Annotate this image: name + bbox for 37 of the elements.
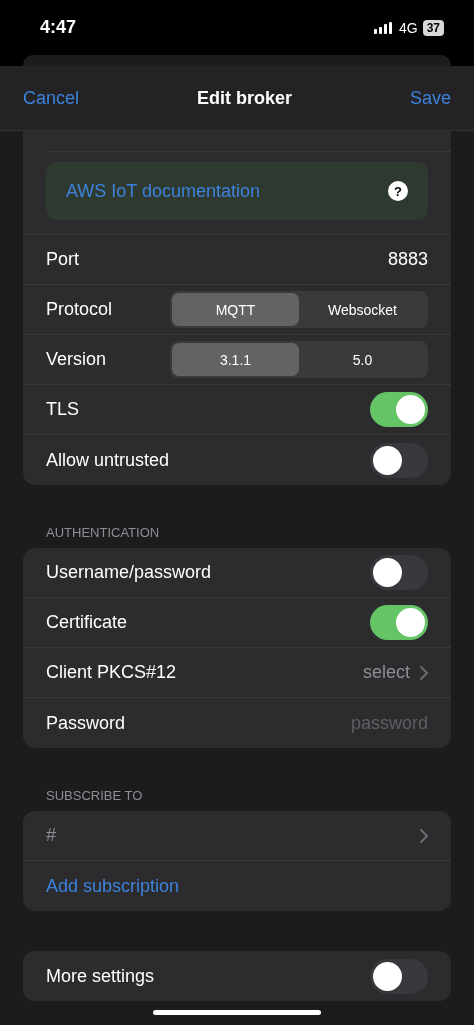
row-label: Allow untrusted [46,449,170,471]
row-label: Password [46,712,126,734]
topic-item[interactable]: # [46,825,56,846]
section-header: SUBSCRIBE TO [46,788,144,803]
help-icon: ? [388,181,408,201]
save-button[interactable]: Save [409,87,451,109]
row-label: Port [46,249,79,270]
documentation-link[interactable]: AWS IoT documentation [66,180,261,202]
segment[interactable]: 5.0 [299,343,426,376]
network-type: 4G [398,19,418,36]
row-label: Username/password [46,562,212,583]
toggle-switch[interactable] [370,605,428,640]
add-subscription-link[interactable]: Add subscription [46,875,180,897]
signal-icon [373,21,394,34]
segment[interactable]: Websocket [299,293,426,326]
segment[interactable]: MQTT [172,293,299,326]
battery-level: 37 [422,19,444,36]
status-time: 4:47 [40,17,77,38]
row-label: TLS [46,399,79,420]
section-header: AUTHENTICATION [46,525,161,540]
row-label: More settings [46,965,155,987]
row-label: Certificate [46,612,128,633]
row-label: Version [46,349,107,370]
row-label: Protocol [46,299,113,320]
select-value[interactable]: select [362,662,410,683]
port-value: 8883 [387,249,428,270]
screen-title: Edit broker [197,87,292,109]
toggle-switch[interactable] [370,442,428,478]
chevron-icon [420,665,428,680]
segment[interactable]: 3.1.1 [172,343,299,376]
cancel-button[interactable]: Cancel [23,87,80,109]
toggle-switch[interactable] [370,392,428,427]
documentation-banner[interactable]: AWS IoT documentation ? [46,162,428,220]
row-label: Client PKCS#12 [46,662,177,683]
chevron-icon [420,828,428,843]
toggle-switch[interactable] [370,958,428,994]
toggle-switch[interactable] [370,555,428,590]
